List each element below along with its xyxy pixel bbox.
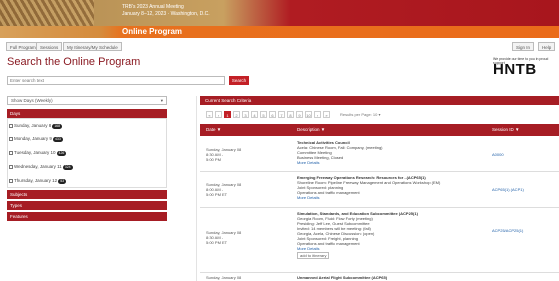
- day-label: Monday, January 9: [14, 136, 52, 141]
- next-page-button[interactable]: ›: [314, 111, 321, 118]
- sponsor-logo[interactable]: HNTB: [493, 61, 537, 78]
- event-line-2: January 8–12, 2023 · Washington, D.C.: [122, 11, 210, 17]
- header-banner: TRB's 2023 Annual Meeting January 8–12, …: [0, 0, 559, 26]
- nav-my-itinerary[interactable]: My Itinerary/My Schedule: [63, 42, 122, 51]
- event-info: TRB's 2023 Annual Meeting January 8–12, …: [122, 4, 210, 18]
- days-dropdown[interactable]: Show Days (Weekly) ▾: [7, 96, 167, 105]
- facet-days[interactable]: Days: [7, 109, 167, 118]
- nav-full-program[interactable]: Full Program: [6, 42, 40, 51]
- search-button[interactable]: Search: [229, 76, 249, 85]
- session-id-link[interactable]: ACP25/ACP25(1): [492, 228, 523, 233]
- more-details-link[interactable]: More Details: [297, 195, 497, 200]
- page-button[interactable]: 1: [224, 111, 231, 118]
- results-per-page[interactable]: Results per Page: 10 ▾: [340, 111, 380, 118]
- checkbox[interactable]: [9, 164, 13, 169]
- row-date: Sunday, January 08 8:30 AM - 5:00 PM: [206, 147, 241, 162]
- row-date-text: Sunday, January 08: [206, 275, 242, 280]
- count-badge: 426: [56, 151, 67, 156]
- page-button[interactable]: 8: [287, 111, 294, 118]
- col-session-id[interactable]: Session ID ▼: [492, 124, 519, 136]
- row-description: Unmanned Aerial Flight Subcommittee (ACP…: [297, 275, 497, 280]
- nav-sessions[interactable]: Sessions: [36, 42, 63, 51]
- page-title: Search the Online Program: [7, 56, 141, 68]
- session-title[interactable]: Unmanned Aerial Flight Subcommittee (ACP…: [297, 275, 497, 280]
- search-criteria-header: Current Search Criteria: [200, 96, 559, 105]
- day-option[interactable]: Sunday, January 8 168: [9, 121, 63, 130]
- count-badge: 324: [62, 165, 73, 170]
- table-row: Sunday, January 08 8:30 AM - 5:00 PM ET …: [200, 208, 559, 273]
- program-bar: Online Program: [0, 26, 559, 38]
- more-details-link[interactable]: More Details: [297, 246, 497, 251]
- row-time-end: 5:00 PM ET: [206, 192, 228, 197]
- session-id-link[interactable]: ACP65(1) (ACP1): [492, 187, 524, 192]
- more-details-link[interactable]: More Details: [297, 160, 497, 165]
- table-row: Sunday, January 08 8:30 AM - 5:00 PM Tec…: [200, 137, 559, 172]
- first-page-button[interactable]: «: [206, 111, 213, 118]
- page-button[interactable]: 10: [305, 111, 312, 118]
- prev-page-button[interactable]: ‹: [215, 111, 222, 118]
- checkbox[interactable]: [9, 136, 13, 141]
- table-row: Sunday, January 08 8:00 AM - 5:00 PM ET …: [200, 172, 559, 208]
- nav-help[interactable]: Help: [538, 42, 556, 51]
- last-page-button[interactable]: »: [323, 111, 330, 118]
- row-date: Sunday, January 08: [206, 275, 241, 280]
- page-button[interactable]: 6: [269, 111, 276, 118]
- count-badge: 168: [52, 124, 63, 129]
- day-label: Thursday, January 12: [14, 178, 58, 183]
- col-date[interactable]: Date ▼: [206, 124, 221, 136]
- row-date: Sunday, January 08 8:00 AM - 5:00 PM ET: [206, 182, 241, 197]
- day-option[interactable]: Wednesday, January 11 324: [9, 162, 73, 171]
- count-badge: 433: [52, 137, 63, 142]
- row-description: Technical Activities Council Acela: Chin…: [297, 140, 497, 165]
- day-option[interactable]: Tuesday, January 10 426: [9, 148, 67, 157]
- row-time-end: 5:00 PM ET: [206, 240, 228, 245]
- table-row: Sunday, January 08 Unmanned Aerial Fligh…: [200, 273, 559, 281]
- facet-features[interactable]: Features: [7, 212, 167, 221]
- col-description[interactable]: Description ▼: [297, 124, 325, 136]
- checkbox[interactable]: [9, 123, 13, 128]
- nav-sign-in[interactable]: Sign In: [512, 42, 535, 51]
- banner-texture: [0, 0, 94, 26]
- chevron-down-icon: ▾: [160, 98, 163, 103]
- page-button[interactable]: 2: [233, 111, 240, 118]
- page-button[interactable]: 3: [242, 111, 249, 118]
- checkbox[interactable]: [9, 150, 13, 155]
- days-dropdown-value: Show Days (Weekly): [11, 98, 53, 103]
- checkbox[interactable]: [9, 178, 13, 183]
- day-label: Wednesday, January 11: [14, 164, 62, 169]
- row-date: Sunday, January 08 8:30 AM - 5:00 PM ET: [206, 230, 241, 245]
- pagination: « ‹ 1 2 3 4 5 6 7 8 9 10 › » Results per…: [200, 108, 559, 120]
- session-id-link[interactable]: A0000: [492, 152, 504, 157]
- page-button[interactable]: 9: [296, 111, 303, 118]
- facet-subjects[interactable]: Subjects: [7, 190, 167, 199]
- search-input[interactable]: Enter search text: [7, 76, 225, 85]
- column-divider: [196, 96, 197, 281]
- add-to-itinerary-button[interactable]: add to itinerary: [297, 252, 330, 259]
- page-button[interactable]: 5: [260, 111, 267, 118]
- day-label: Tuesday, January 10: [14, 150, 56, 155]
- event-line-1: TRB's 2023 Annual Meeting: [122, 4, 184, 10]
- row-time-end: 5:00 PM: [206, 157, 221, 162]
- day-option[interactable]: Thursday, January 12 53: [9, 176, 67, 185]
- page-button[interactable]: 7: [278, 111, 285, 118]
- program-title: Online Program: [122, 27, 183, 36]
- row-description: Emerging Freeway Operations Research: Re…: [297, 175, 497, 200]
- facet-types[interactable]: Types: [7, 201, 167, 210]
- page-button[interactable]: 4: [251, 111, 258, 118]
- nav-bar: Full Program Sessions My Itinerary/My Sc…: [0, 42, 559, 52]
- count-badge: 53: [58, 179, 67, 184]
- day-label: Sunday, January 8: [14, 123, 52, 128]
- results-column-header: Date ▼ Description ▼ Session ID ▼: [200, 124, 559, 136]
- row-description: Simulation, Standards, and Education Sub…: [297, 211, 497, 259]
- day-option[interactable]: Monday, January 9 433: [9, 134, 63, 143]
